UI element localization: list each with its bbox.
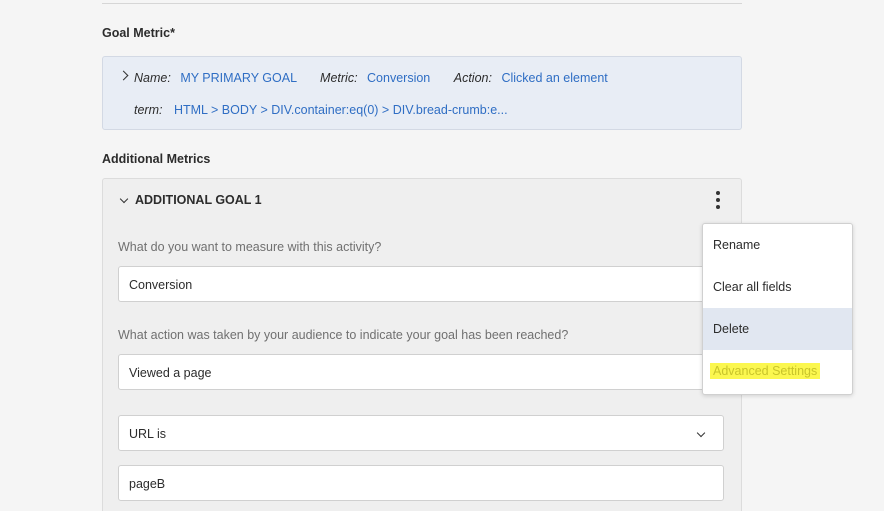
- chevron-down-icon: [696, 428, 706, 438]
- additional-goal-panel: ADDITIONAL GOAL 1 What do you want to me…: [102, 178, 742, 511]
- chevron-down-icon[interactable]: [119, 194, 129, 204]
- metric-key: Metric:: [320, 71, 358, 85]
- action-select[interactable]: Viewed a page: [118, 354, 724, 390]
- term-value[interactable]: HTML > BODY > DIV.container:eq(0) > DIV.…: [174, 103, 508, 117]
- measure-question-label: What do you want to measure with this ac…: [118, 240, 382, 254]
- action-key: Action:: [453, 71, 492, 85]
- menu-item-clear-all-fields[interactable]: Clear all fields: [703, 266, 852, 308]
- menu-item-delete[interactable]: Delete: [703, 308, 852, 350]
- name-key: Name:: [134, 71, 171, 85]
- chevron-right-icon[interactable]: [118, 70, 129, 81]
- divider: [102, 3, 742, 4]
- name-value[interactable]: MY PRIMARY GOAL: [180, 71, 296, 85]
- url-condition-value: URL is: [129, 427, 167, 441]
- action-question-label: What action was taken by your audience t…: [118, 328, 569, 342]
- goal-term-row: term: HTML > BODY > DIV.container:eq(0) …: [134, 103, 508, 117]
- url-value-input[interactable]: pageB: [118, 465, 724, 501]
- term-key: term:: [134, 103, 163, 117]
- url-condition-select[interactable]: URL is: [118, 415, 724, 451]
- more-options-icon[interactable]: [713, 190, 723, 210]
- menu-item-advanced-settings[interactable]: Advanced Settings: [703, 350, 852, 392]
- goal-context-menu: Rename Clear all fields Delete Advanced …: [702, 223, 853, 395]
- metric-value[interactable]: Conversion: [367, 71, 430, 85]
- goal-summary-row: Name: MY PRIMARY GOAL Metric: Conversion…: [134, 71, 608, 85]
- advanced-settings-label: Advanced Settings: [710, 363, 821, 379]
- action-value[interactable]: Clicked an element: [501, 71, 607, 85]
- primary-goal-summary[interactable]: Name: MY PRIMARY GOAL Metric: Conversion…: [102, 56, 742, 130]
- additional-goal-title[interactable]: ADDITIONAL GOAL 1: [135, 193, 262, 207]
- goal-metric-label: Goal Metric*: [102, 26, 175, 40]
- measure-select[interactable]: Conversion: [118, 266, 724, 302]
- menu-item-rename[interactable]: Rename: [703, 224, 852, 266]
- activity-goals-page: Goal Metric* Name: MY PRIMARY GOAL Metri…: [0, 0, 884, 511]
- additional-metrics-label: Additional Metrics: [102, 152, 211, 166]
